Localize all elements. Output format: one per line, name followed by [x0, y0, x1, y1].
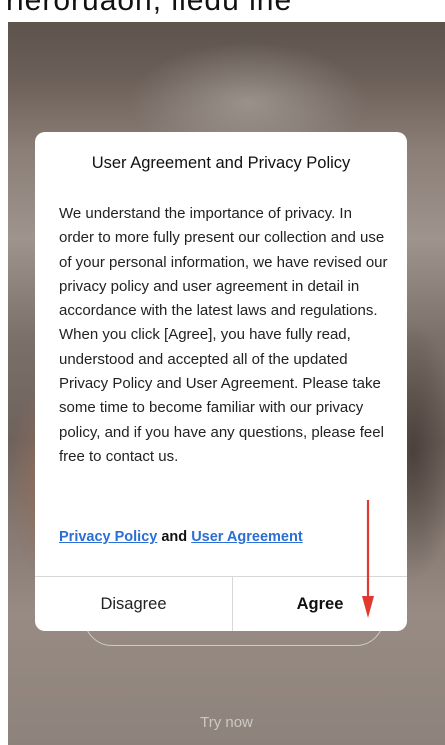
dialog-title: User Agreement and Privacy Policy — [91, 154, 351, 172]
top-caption: rieroruaon, liedu ine — [0, 0, 445, 22]
try-now-link[interactable]: Try now — [8, 714, 445, 731]
privacy-policy-link[interactable]: Privacy Policy — [59, 529, 157, 545]
user-agreement-link[interactable]: User Agreement — [191, 529, 302, 545]
links-conjunction: and — [157, 529, 192, 545]
red-arrow-down-icon — [362, 500, 374, 618]
agree-button[interactable]: Agree — [233, 577, 407, 631]
privacy-dialog: User Agreement and Privacy Policy We und… — [35, 132, 407, 631]
screen: rieroruaon, liedu ine Sign Up Try now Us… — [0, 0, 445, 745]
top-caption-text: rieroruaon, liedu ine — [6, 0, 293, 17]
dialog-body-text: We understand the importance of privacy.… — [59, 205, 388, 465]
policy-links: Privacy Policy and User Agreement — [59, 529, 389, 545]
disagree-button[interactable]: Disagree — [35, 577, 232, 631]
